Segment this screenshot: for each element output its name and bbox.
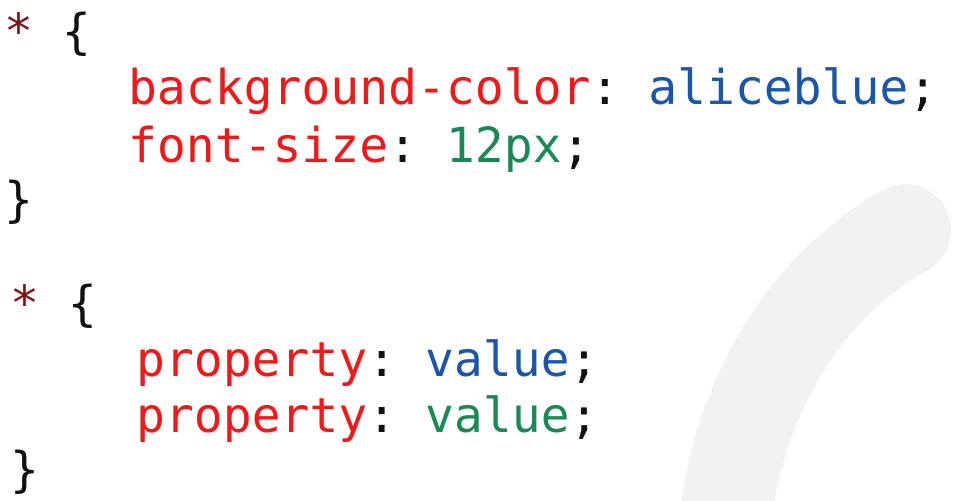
declaration-colon: : <box>388 118 417 174</box>
declaration-property: property <box>136 388 368 444</box>
declaration-property: background-color <box>128 60 591 116</box>
declaration-property: property <box>136 332 368 388</box>
declaration-semicolon: ; <box>908 60 938 116</box>
declaration-value: value <box>425 332 570 388</box>
rule-2-close-brace: } <box>10 442 39 498</box>
rule-2-declaration-1: property: value; <box>136 332 598 388</box>
declaration-semicolon: ; <box>569 332 599 388</box>
rule-1-declaration-1: background-color: aliceblue; <box>128 60 937 116</box>
arc-shape <box>681 184 951 501</box>
rule-1-selector-line: * { <box>4 4 91 60</box>
rule-2-declaration-2: property: value; <box>136 388 598 444</box>
rule-2-selector-line: * { <box>10 276 97 332</box>
rule-2-close-line: } <box>10 442 39 498</box>
declaration-colon: : <box>367 388 397 444</box>
declaration-colon: : <box>590 60 620 116</box>
rule-1-declaration-2: font-size: 12px; <box>128 118 590 174</box>
rule-2-open-brace: { <box>67 276 97 332</box>
rule-1-close-brace: } <box>4 172 33 228</box>
declaration-property: font-size <box>128 118 389 174</box>
declaration-value: 12px <box>445 118 562 174</box>
code-slide: * { background-color: aliceblue; font-si… <box>0 0 970 501</box>
declaration-semicolon: ; <box>569 388 599 444</box>
declaration-semicolon: ; <box>561 118 591 174</box>
rule-1-selector: * <box>4 4 33 60</box>
declaration-colon: : <box>367 332 397 388</box>
rule-1-open-brace: { <box>61 4 91 60</box>
rule-1-close-line: } <box>4 172 33 228</box>
declaration-value: value <box>425 388 570 444</box>
declaration-value: aliceblue <box>648 60 909 116</box>
rule-2-selector: * <box>10 276 39 332</box>
